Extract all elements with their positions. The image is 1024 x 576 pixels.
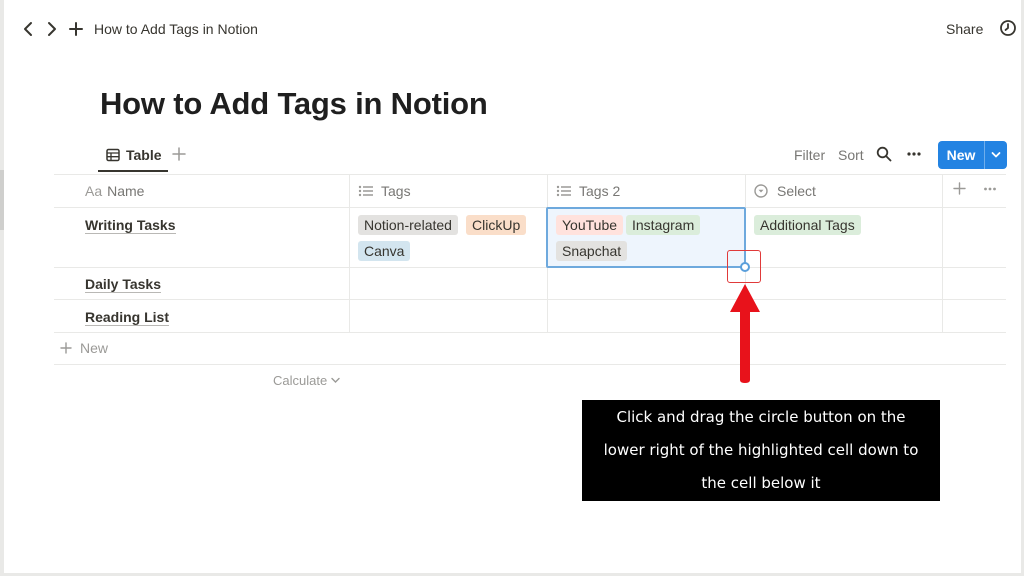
new-page-button[interactable] [64, 14, 88, 44]
tab-table[interactable]: Table [98, 140, 168, 172]
list-icon [556, 184, 574, 198]
plus-icon [60, 342, 72, 354]
tag-instagram[interactable]: Instagram [626, 215, 701, 235]
new-dropdown-button[interactable] [985, 151, 1007, 159]
new-record-button[interactable]: New [938, 141, 1007, 169]
column-header-tags-2[interactable]: Tags 2 [556, 174, 620, 207]
row-name-reading-list[interactable]: Reading List [85, 309, 170, 326]
tab-table-label: Table [126, 147, 162, 163]
header-bottom-border [54, 207, 1006, 208]
column-header-name[interactable]: Aa Name [85, 174, 144, 207]
calculate-label: Calculate [273, 373, 328, 388]
column-divider [349, 174, 350, 332]
breadcrumb[interactable]: How to Add Tags in Notion [94, 21, 258, 37]
plus-icon [69, 22, 83, 36]
search-button[interactable] [876, 146, 894, 164]
calculate-button[interactable]: Calculate [273, 373, 340, 388]
window-frame-left [0, 0, 4, 576]
table-icon [106, 148, 120, 162]
row-divider [54, 299, 1006, 300]
back-button[interactable] [16, 14, 40, 44]
new-row-label: New [80, 340, 109, 356]
filter-button[interactable]: Filter [794, 147, 825, 163]
fill-handle[interactable] [740, 262, 750, 272]
column-header-label: Tags [381, 182, 411, 199]
page-title[interactable]: How to Add Tags in Notion [100, 86, 488, 122]
plus-icon [172, 147, 186, 161]
column-header-label: Select [777, 182, 816, 199]
column-header-select[interactable]: Select [754, 174, 816, 207]
search-icon [876, 146, 892, 162]
add-view-button[interactable] [172, 144, 190, 164]
chevron-circle-icon [754, 183, 772, 198]
column-options-button[interactable] [983, 182, 999, 196]
red-arrow-icon [730, 284, 760, 383]
row-name-daily-tasks[interactable]: Daily Tasks [85, 276, 162, 293]
column-divider [942, 174, 943, 332]
list-icon [358, 184, 376, 198]
top-bar: How to Add Tags in Notion Share [16, 14, 1016, 44]
tag-canva[interactable]: Canva [358, 241, 411, 261]
callout-line: lower right of the highlighted cell down… [603, 441, 919, 459]
column-header-tags[interactable]: Tags [358, 174, 411, 207]
chevron-down-icon [331, 377, 340, 383]
tag-clickup[interactable]: ClickUp [466, 215, 527, 235]
tag-snapchat[interactable]: Snapchat [556, 241, 628, 261]
chevron-left-icon [24, 22, 32, 36]
column-header-label: Tags 2 [579, 182, 621, 199]
select-additional-tags[interactable]: Additional Tags [754, 215, 861, 235]
text-type-icon: Aa [85, 182, 103, 199]
clock-icon [1000, 20, 1016, 36]
callout-line: Click and drag the circle button on the [616, 408, 906, 426]
sort-button[interactable]: Sort [838, 147, 864, 163]
column-header-label: Name [107, 182, 145, 199]
row-divider [54, 267, 1006, 268]
row-name-writing-tasks[interactable]: Writing Tasks [85, 217, 176, 234]
add-new-row-button[interactable]: New [60, 340, 108, 356]
ellipsis-icon [984, 187, 996, 191]
tag-notion-related[interactable]: Notion-related [358, 215, 458, 235]
forward-button[interactable] [40, 14, 64, 44]
tag-youtube[interactable]: YouTube [556, 215, 624, 235]
chevron-right-icon [48, 22, 56, 36]
chevron-down-icon [991, 152, 1001, 158]
share-button[interactable]: Share [946, 21, 983, 37]
callout-line: the cell below it [701, 474, 821, 492]
resize-notch [0, 170, 4, 230]
ellipsis-icon [907, 152, 921, 156]
more-options-button[interactable] [906, 146, 924, 164]
table-top-border [54, 174, 1006, 175]
add-property-button[interactable] [953, 181, 967, 197]
plus-icon [953, 182, 966, 195]
new-row-divider [54, 364, 1006, 365]
history-button[interactable] [999, 19, 1019, 39]
row-divider [54, 332, 1006, 333]
new-button-label: New [946, 147, 976, 163]
instruction-callout: Click and drag the circle button on the … [582, 400, 940, 501]
